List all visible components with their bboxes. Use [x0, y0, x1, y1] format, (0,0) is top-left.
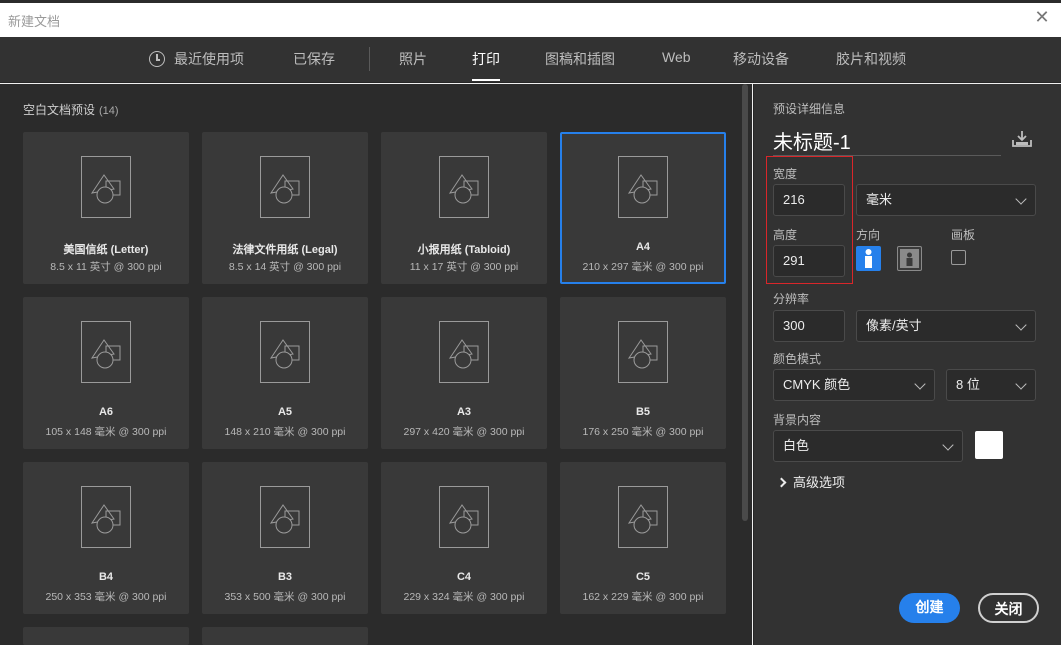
preset-name: A5	[277, 406, 293, 418]
chevron-down-icon	[942, 439, 954, 451]
tab-photo[interactable]: 照片	[399, 49, 427, 73]
document-icon	[618, 156, 668, 218]
preset-size: 250 x 353 毫米 @ 300 ppi	[45, 591, 167, 603]
window-title: 新建文档	[8, 14, 61, 29]
landscape-person-icon	[900, 249, 919, 268]
resolution-input[interactable]: 300	[773, 310, 845, 342]
chevron-right-icon	[776, 477, 787, 488]
preset-card-selected[interactable]: A4 210 x 297 毫米 @ 300 ppi	[560, 132, 726, 284]
preset-card[interactable]: A6 105 x 148 毫米 @ 300 ppi	[23, 297, 189, 449]
preset-name: B4	[98, 571, 114, 583]
document-icon	[439, 321, 489, 383]
preset-size: 210 x 297 毫米 @ 300 ppi	[582, 261, 704, 273]
preset-size: 105 x 148 毫米 @ 300 ppi	[45, 426, 167, 438]
preset-card[interactable]	[23, 627, 189, 645]
color-mode-label: 颜色模式	[773, 352, 822, 366]
presets-scrollbar[interactable]	[742, 84, 748, 521]
tab-divider	[369, 47, 370, 71]
presets-heading: 空白文档预设 (14)	[23, 103, 119, 117]
highlight-box	[766, 156, 853, 284]
tab-art-illustration[interactable]: 图稿和插图	[545, 49, 615, 73]
preset-name: 法律文件用纸 (Legal)	[232, 244, 338, 256]
document-icon	[618, 321, 668, 383]
details-heading: 预设详细信息	[773, 102, 846, 116]
orientation-label: 方向	[856, 228, 881, 242]
tab-film-video[interactable]: 胶片和视频	[836, 49, 906, 73]
preset-size: 8.5 x 14 英寸 @ 300 ppi	[228, 261, 342, 273]
close-icon[interactable]: ✕	[1033, 8, 1051, 26]
tab-web[interactable]: Web	[662, 49, 691, 73]
preset-size: 297 x 420 毫米 @ 300 ppi	[403, 426, 525, 438]
preset-size: 353 x 500 毫米 @ 300 ppi	[224, 591, 346, 603]
preset-card[interactable]: B3 353 x 500 毫米 @ 300 ppi	[202, 462, 368, 614]
document-icon	[260, 486, 310, 548]
preset-card[interactable]	[202, 627, 368, 645]
preset-card[interactable]: A5 148 x 210 毫米 @ 300 ppi	[202, 297, 368, 449]
preset-name: B3	[277, 571, 293, 583]
preset-name: A4	[635, 241, 651, 253]
chevron-down-icon	[914, 378, 926, 390]
preset-card[interactable]: B4 250 x 353 毫米 @ 300 ppi	[23, 462, 189, 614]
category-tabbar: 最近使用项 已保存 照片 打印 图稿和插图 Web 移动设备 胶片和视频	[0, 37, 1061, 83]
chevron-down-icon	[1015, 378, 1027, 390]
resolution-unit-dropdown[interactable]: 像素/英寸	[856, 310, 1036, 342]
background-color-swatch[interactable]	[975, 431, 1003, 459]
save-preset-icon[interactable]	[1011, 130, 1033, 148]
tab-saved[interactable]: 已保存	[293, 49, 335, 73]
color-mode-dropdown[interactable]: CMYK 颜色	[773, 369, 935, 401]
document-icon	[618, 486, 668, 548]
preset-name: 美国信纸 (Letter)	[63, 244, 149, 256]
document-icon	[439, 486, 489, 548]
preset-size: 162 x 229 毫米 @ 300 ppi	[582, 591, 704, 603]
artboard-label: 画板	[951, 228, 976, 242]
preset-card[interactable]: 美国信纸 (Letter) 8.5 x 11 英寸 @ 300 ppi	[23, 132, 189, 284]
close-button[interactable]: 关闭	[978, 593, 1039, 623]
document-icon	[81, 156, 131, 218]
document-icon	[81, 486, 131, 548]
create-button[interactable]: 创建	[899, 593, 960, 623]
document-icon	[81, 321, 131, 383]
preset-name: C5	[635, 571, 651, 583]
tab-recent[interactable]: 最近使用项	[149, 49, 244, 73]
chevron-down-icon	[1015, 193, 1027, 205]
tab-print[interactable]: 打印	[472, 49, 500, 81]
preset-card[interactable]: 小报用纸 (Tabloid) 11 x 17 英寸 @ 300 ppi	[381, 132, 547, 284]
bit-depth-dropdown[interactable]: 8 位	[946, 369, 1036, 401]
artboard-checkbox[interactable]	[951, 250, 966, 265]
preset-size: 176 x 250 毫米 @ 300 ppi	[582, 426, 704, 438]
preset-card[interactable]: B5 176 x 250 毫米 @ 300 ppi	[560, 297, 726, 449]
chevron-down-icon	[1015, 319, 1027, 331]
preset-name: 小报用纸 (Tabloid)	[417, 244, 511, 256]
preset-size: 229 x 324 毫米 @ 300 ppi	[403, 591, 525, 603]
preset-name: B5	[635, 406, 651, 418]
unit-dropdown[interactable]: 毫米	[856, 184, 1036, 216]
preset-size: 148 x 210 毫米 @ 300 ppi	[224, 426, 346, 438]
resolution-label: 分辨率	[773, 292, 810, 306]
preset-name: A6	[98, 406, 114, 418]
advanced-options-toggle[interactable]: 高级选项	[776, 472, 845, 491]
portrait-orientation-button[interactable]	[856, 246, 881, 271]
window-titlebar: 新建文档 ✕	[0, 0, 1061, 37]
document-icon	[260, 321, 310, 383]
document-icon	[260, 156, 310, 218]
clock-icon	[149, 51, 165, 67]
preset-name: A3	[456, 406, 472, 418]
preset-card[interactable]: C5 162 x 229 毫米 @ 300 ppi	[560, 462, 726, 614]
tab-mobile[interactable]: 移动设备	[733, 49, 789, 73]
presets-panel: 空白文档预设 (14) 美国信纸 (Letter) 8.5 x 11 英寸 @ 3…	[0, 84, 752, 645]
preset-card[interactable]: 法律文件用纸 (Legal) 8.5 x 14 英寸 @ 300 ppi	[202, 132, 368, 284]
preset-card[interactable]: C4 229 x 324 毫米 @ 300 ppi	[381, 462, 547, 614]
preset-size: 11 x 17 英寸 @ 300 ppi	[409, 261, 519, 273]
document-name-field[interactable]: 未标题-1	[773, 126, 1001, 156]
background-dropdown[interactable]: 白色	[773, 430, 963, 462]
portrait-person-icon	[865, 249, 872, 268]
document-icon	[439, 156, 489, 218]
preset-details-panel: 预设详细信息 未标题-1 宽度 216 毫米 高度 291 方向 画板 分辨率 …	[753, 84, 1061, 645]
preset-size: 8.5 x 11 英寸 @ 300 ppi	[50, 261, 162, 273]
preset-name: C4	[456, 571, 472, 583]
preset-card[interactable]: A3 297 x 420 毫米 @ 300 ppi	[381, 297, 547, 449]
landscape-orientation-button[interactable]	[897, 246, 922, 271]
background-label: 背景内容	[773, 413, 822, 427]
